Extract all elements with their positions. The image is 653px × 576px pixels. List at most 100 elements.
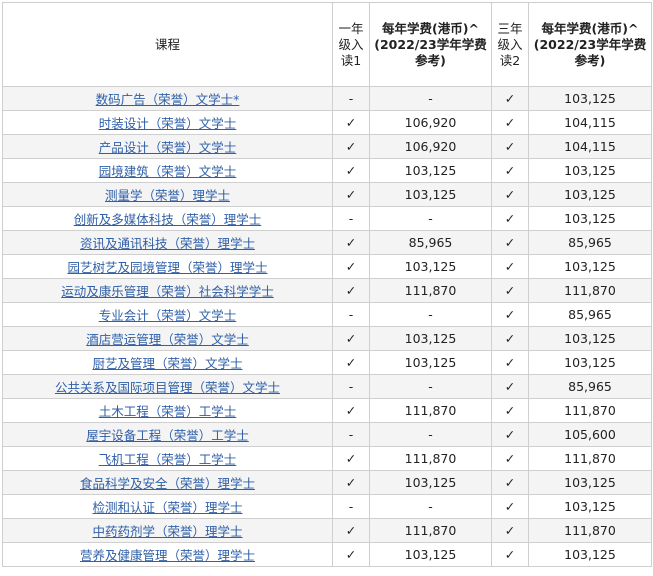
year1-fee-cell: - [369, 86, 492, 111]
table-row: 数码广告（荣誉）文学士* - - ✓ 103,125 [2, 86, 652, 111]
course-link[interactable]: 时装设计（荣誉）文学士 [99, 116, 237, 131]
year3-fee-cell: 85,965 [528, 302, 652, 327]
year3-entry-cell: ✓ [491, 206, 529, 231]
year3-entry-cell: ✓ [491, 374, 529, 399]
year1-fee-cell: 111,870 [369, 518, 492, 543]
year1-entry-cell: ✓ [332, 446, 370, 471]
year1-entry-cell: ✓ [332, 398, 370, 423]
table-row: 食品科学及安全（荣誉）理学士 ✓ 103,125 ✓ 103,125 [2, 470, 652, 495]
year1-entry-cell: ✓ [332, 542, 370, 567]
header-course: 课程 [2, 2, 333, 87]
year3-entry-cell: ✓ [491, 422, 529, 447]
year3-fee-cell: 85,965 [528, 374, 652, 399]
tuition-fee-table: 课程 一年级入读1 每年学费(港币)^ (2022/23学年学费参考) 三年级入… [2, 2, 652, 567]
year1-fee-cell: 103,125 [369, 182, 492, 207]
year1-fee-cell: 111,870 [369, 278, 492, 303]
table-row: 创新及多媒体科技（荣誉）理学士 - - ✓ 103,125 [2, 206, 652, 231]
course-link[interactable]: 运动及康乐管理（荣誉）社会科学学士 [61, 284, 274, 299]
year3-entry-cell: ✓ [491, 350, 529, 375]
course-link[interactable]: 公共关系及国际项目管理（荣誉）文学士 [55, 380, 280, 395]
year1-fee-cell: 103,125 [369, 254, 492, 279]
year1-fee-cell: - [369, 374, 492, 399]
year3-entry-cell: ✓ [491, 254, 529, 279]
year3-entry-cell: ✓ [491, 230, 529, 255]
year3-fee-cell: 103,125 [528, 206, 652, 231]
course-cell: 中药药剂学（荣誉）理学士 [2, 518, 333, 543]
table-row: 园艺树艺及园境管理（荣誉）理学士 ✓ 103,125 ✓ 103,125 [2, 254, 652, 279]
year3-fee-cell: 103,125 [528, 542, 652, 567]
year1-fee-cell: 103,125 [369, 350, 492, 375]
course-link[interactable]: 园艺树艺及园境管理（荣誉）理学士 [67, 260, 267, 275]
course-link[interactable]: 检测和认证（荣誉）理学士 [92, 500, 242, 515]
table-row: 土木工程（荣誉）工学士 ✓ 111,870 ✓ 111,870 [2, 398, 652, 423]
year3-entry-cell: ✓ [491, 158, 529, 183]
year1-fee-cell: 103,125 [369, 470, 492, 495]
table-row: 测量学（荣誉）理学士 ✓ 103,125 ✓ 103,125 [2, 182, 652, 207]
course-cell: 检测和认证（荣誉）理学士 [2, 494, 333, 519]
course-link[interactable]: 屋宇设备工程（荣誉）工学士 [86, 428, 249, 443]
course-link[interactable]: 土木工程（荣誉）工学士 [99, 404, 237, 419]
course-cell: 产品设计（荣誉）文学士 [2, 134, 333, 159]
year3-entry-cell: ✓ [491, 110, 529, 135]
course-link[interactable]: 飞机工程（荣誉）工学士 [99, 452, 237, 467]
year3-fee-cell: 103,125 [528, 158, 652, 183]
table-row: 产品设计（荣誉）文学士 ✓ 106,920 ✓ 104,115 [2, 134, 652, 159]
course-cell: 食品科学及安全（荣誉）理学士 [2, 470, 333, 495]
course-link[interactable]: 测量学（荣誉）理学士 [105, 188, 230, 203]
course-link[interactable]: 专业会计（荣誉）文学士 [99, 308, 237, 323]
course-link[interactable]: 酒店营运管理（荣誉）文学士 [86, 332, 249, 347]
year3-fee-cell: 111,870 [528, 398, 652, 423]
course-link[interactable]: 食品科学及安全（荣誉）理学士 [80, 476, 255, 491]
table-row: 专业会计（荣誉）文学士 - - ✓ 85,965 [2, 302, 652, 327]
year1-entry-cell: - [332, 494, 370, 519]
table-row: 中药药剂学（荣誉）理学士 ✓ 111,870 ✓ 111,870 [2, 518, 652, 543]
year3-fee-cell: 103,125 [528, 254, 652, 279]
year3-fee-cell: 103,125 [528, 350, 652, 375]
course-link[interactable]: 创新及多媒体科技（荣誉）理学士 [74, 212, 262, 227]
header-year3-fee: 每年学费(港币)^ (2022/23学年学费参考) [528, 2, 652, 87]
year1-entry-cell: - [332, 206, 370, 231]
year3-entry-cell: ✓ [491, 494, 529, 519]
year3-entry-cell: ✓ [491, 134, 529, 159]
year3-fee-cell: 111,870 [528, 446, 652, 471]
table-row: 飞机工程（荣誉）工学士 ✓ 111,870 ✓ 111,870 [2, 446, 652, 471]
year1-fee-cell: 106,920 [369, 110, 492, 135]
year3-fee-cell: 85,965 [528, 230, 652, 255]
header-year1-entry: 一年级入读1 [332, 2, 370, 87]
course-link[interactable]: 园境建筑（荣誉）文学士 [99, 164, 237, 179]
year3-entry-cell: ✓ [491, 518, 529, 543]
year3-fee-cell: 105,600 [528, 422, 652, 447]
course-link[interactable]: 数码广告（荣誉）文学士* [96, 92, 240, 107]
table-row: 时装设计（荣誉）文学士 ✓ 106,920 ✓ 104,115 [2, 110, 652, 135]
year1-entry-cell: ✓ [332, 350, 370, 375]
course-cell: 时装设计（荣誉）文学士 [2, 110, 333, 135]
course-cell: 测量学（荣誉）理学士 [2, 182, 333, 207]
course-link[interactable]: 营养及健康管理（荣誉）理学士 [80, 548, 255, 563]
table-row: 园境建筑（荣誉）文学士 ✓ 103,125 ✓ 103,125 [2, 158, 652, 183]
course-cell: 园境建筑（荣誉）文学士 [2, 158, 333, 183]
year1-fee-cell: 103,125 [369, 542, 492, 567]
course-link[interactable]: 厨艺及管理（荣誉）文学士 [92, 356, 242, 371]
course-link[interactable]: 资讯及通讯科技（荣誉）理学士 [80, 236, 255, 251]
year3-fee-cell: 103,125 [528, 86, 652, 111]
year3-entry-cell: ✓ [491, 86, 529, 111]
year1-fee-cell: 111,870 [369, 446, 492, 471]
course-cell: 酒店营运管理（荣誉）文学士 [2, 326, 333, 351]
year1-entry-cell: ✓ [332, 110, 370, 135]
course-cell: 厨艺及管理（荣誉）文学士 [2, 350, 333, 375]
table-row: 资讯及通讯科技（荣誉）理学士 ✓ 85,965 ✓ 85,965 [2, 230, 652, 255]
course-link[interactable]: 产品设计（荣誉）文学士 [99, 140, 237, 155]
year1-entry-cell: ✓ [332, 278, 370, 303]
year3-entry-cell: ✓ [491, 278, 529, 303]
course-cell: 屋宇设备工程（荣誉）工学士 [2, 422, 333, 447]
course-cell: 土木工程（荣誉）工学士 [2, 398, 333, 423]
year3-fee-cell: 104,115 [528, 134, 652, 159]
course-link[interactable]: 中药药剂学（荣誉）理学士 [92, 524, 242, 539]
table-row: 运动及康乐管理（荣誉）社会科学学士 ✓ 111,870 ✓ 111,870 [2, 278, 652, 303]
year1-entry-cell: ✓ [332, 230, 370, 255]
year3-fee-cell: 111,870 [528, 278, 652, 303]
year3-entry-cell: ✓ [491, 470, 529, 495]
year1-entry-cell: ✓ [332, 134, 370, 159]
year1-fee-cell: - [369, 206, 492, 231]
year3-entry-cell: ✓ [491, 182, 529, 207]
